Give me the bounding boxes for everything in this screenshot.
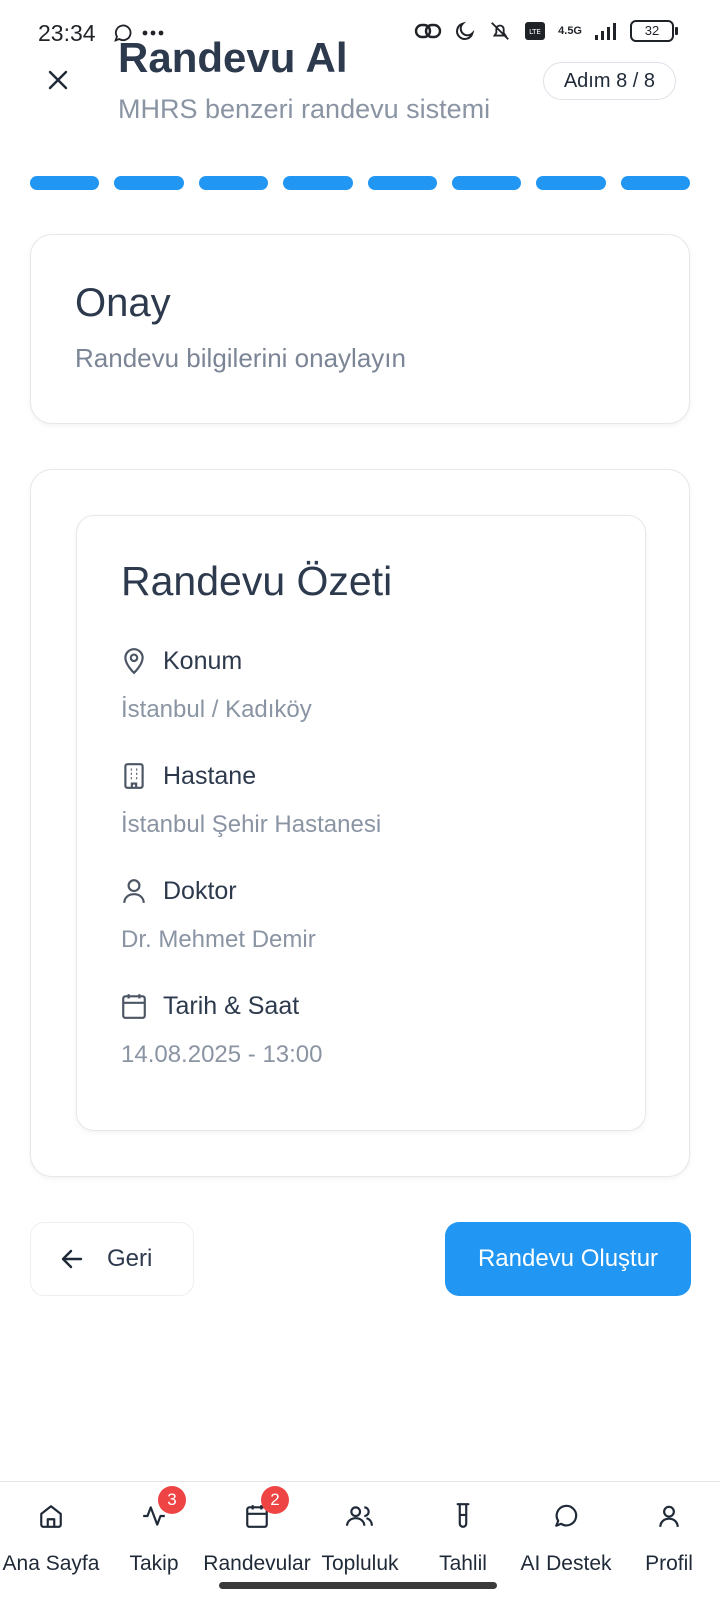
nav-label: Topluluk	[321, 1552, 399, 1575]
close-button[interactable]	[40, 62, 76, 98]
volte-icon: LTE	[524, 20, 546, 42]
back-button[interactable]: Geri	[30, 1222, 194, 1296]
summary-card: Randevu Özeti Konum İstanbul / Kadıköy H…	[76, 515, 646, 1131]
nav-item-tahlil[interactable]: Tahlil	[408, 1500, 518, 1576]
step-progress	[30, 176, 690, 190]
signal-icon	[594, 21, 618, 41]
step-badge: Adım 8 / 8	[542, 62, 676, 100]
building-icon	[121, 762, 147, 790]
page-title: Randevu Al	[118, 34, 348, 81]
nav-label: Profil	[645, 1552, 693, 1575]
summary-value: Dr. Mehmet Demir	[121, 926, 316, 953]
create-appointment-button[interactable]: Randevu Oluştur	[445, 1222, 691, 1296]
notification-badge: 3	[158, 1486, 186, 1514]
nav-item-ai-destek[interactable]: AI Destek	[511, 1500, 621, 1576]
progress-segment	[620, 176, 690, 190]
map-pin-icon	[121, 647, 147, 675]
calendar-icon	[121, 992, 147, 1020]
nav-item-takip[interactable]: 3 Takip	[99, 1486, 209, 1576]
calendar-icon: 2	[241, 1486, 289, 1532]
svg-text:LTE: LTE	[529, 28, 541, 36]
home-indicator[interactable]	[219, 1582, 497, 1589]
nav-item-randevular[interactable]: 2 Randevular	[202, 1486, 312, 1576]
summary-value: 14.08.2025 - 13:00	[121, 1041, 323, 1068]
progress-segment	[114, 176, 184, 190]
status-time: 23:34	[38, 20, 96, 46]
summary-item-hospital: Hastane İstanbul Şehir Hastanesi	[121, 761, 381, 839]
nav-label: Takip	[129, 1552, 179, 1575]
summary-container: Randevu Özeti Konum İstanbul / Kadıköy H…	[30, 469, 690, 1177]
arrow-left-icon	[61, 1249, 83, 1269]
step-title: Onay	[75, 281, 171, 325]
activity-icon: 3	[138, 1486, 186, 1532]
moon-icon	[454, 20, 476, 42]
battery-icon: 32	[630, 20, 678, 42]
summary-value: İstanbul / Kadıköy	[121, 696, 312, 723]
step-subtitle: Randevu bilgilerini onaylayın	[75, 343, 406, 373]
close-icon	[47, 69, 69, 91]
status-bar: 23:34 LTE 4.5G 32	[0, 0, 720, 64]
user-icon	[121, 877, 147, 905]
summary-value: İstanbul Şehir Hastanesi	[121, 811, 382, 838]
test-tube-icon	[447, 1500, 479, 1532]
progress-segment	[367, 176, 437, 190]
step-card: Onay Randevu bilgilerini onaylayın	[30, 234, 690, 424]
nav-label: AI Destek	[520, 1552, 612, 1575]
summary-label: Tarih & Saat	[163, 991, 300, 1020]
progress-segment	[536, 176, 606, 190]
nav-item-topluluk[interactable]: Topluluk	[305, 1500, 415, 1576]
users-icon	[344, 1500, 376, 1532]
mute-icon	[488, 20, 512, 42]
summary-label: Doktor	[163, 876, 237, 905]
nav-item-home[interactable]: Ana Sayfa	[0, 1500, 106, 1576]
page-subtitle: MHRS benzeri randevu sistemi	[118, 94, 491, 124]
summary-title: Randevu Özeti	[121, 558, 393, 604]
summary-item-doctor: Doktor Dr. Mehmet Demir	[121, 876, 316, 954]
summary-item-location: Konum İstanbul / Kadıköy	[121, 646, 312, 724]
progress-segment	[283, 176, 353, 190]
progress-segment	[30, 176, 100, 190]
summary-label: Konum	[163, 646, 243, 675]
nav-item-profil[interactable]: Profil	[614, 1500, 720, 1576]
nav-label: Randevular	[203, 1552, 311, 1575]
nav-label: Ana Sayfa	[2, 1552, 100, 1575]
summary-label: Hastane	[163, 761, 257, 790]
progress-segment	[198, 176, 269, 190]
notification-badge: 2	[261, 1486, 289, 1514]
back-label: Geri	[107, 1245, 153, 1272]
summary-item-datetime: Tarih & Saat 14.08.2025 - 13:00	[121, 991, 323, 1069]
link-icon	[414, 20, 442, 42]
chat-bubble-icon	[550, 1500, 582, 1532]
nav-label: Tahlil	[439, 1552, 487, 1575]
home-icon	[35, 1500, 67, 1532]
progress-segment	[451, 176, 522, 190]
network-type: 4.5G	[558, 25, 582, 37]
user-icon	[653, 1500, 685, 1532]
